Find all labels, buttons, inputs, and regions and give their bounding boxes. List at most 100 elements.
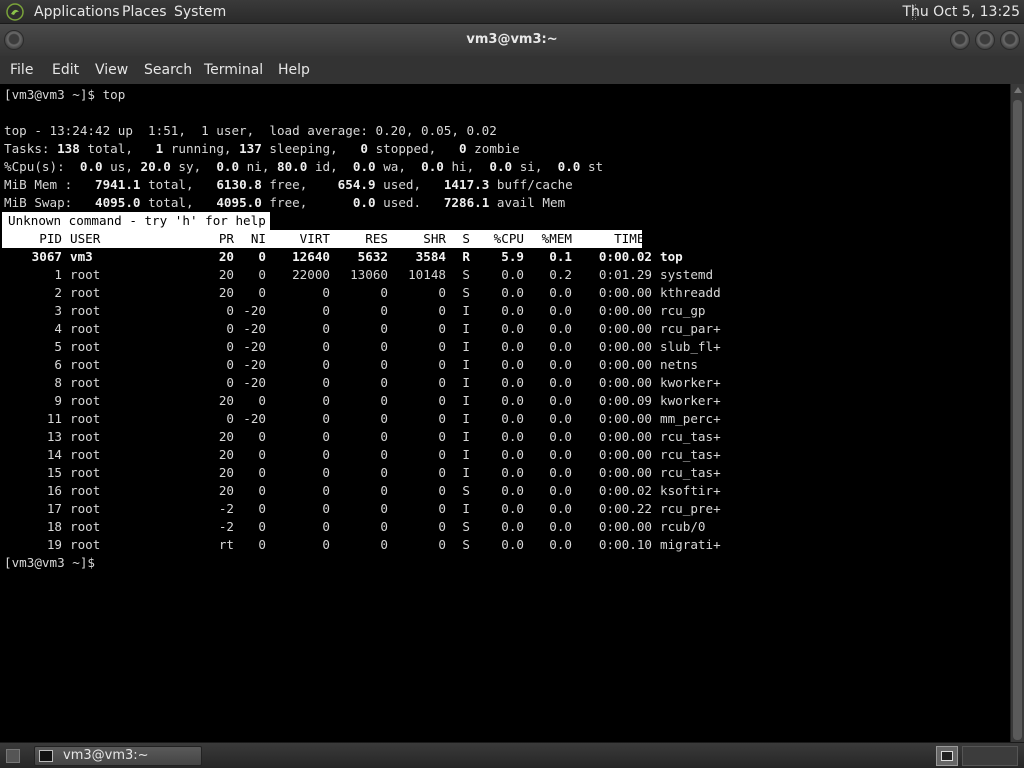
cell-mem: 0.0 bbox=[549, 429, 572, 444]
cell-state: I bbox=[462, 393, 470, 408]
table-row: 8 root 0 -20 0 0 0 I 0.0 0.0 0:00.00 kworker+ bbox=[4, 374, 740, 392]
cell-pid: 2 bbox=[54, 285, 62, 300]
cell-virt: 0 bbox=[322, 303, 330, 318]
cell-virt: 22000 bbox=[292, 267, 330, 282]
cell-pid: PID bbox=[39, 231, 62, 246]
cell-shr: 0 bbox=[438, 411, 446, 426]
taskbar-window-label: vm3@vm3:~ bbox=[63, 748, 149, 763]
taskbar-window-button[interactable]: vm3@vm3:~ bbox=[34, 746, 202, 766]
terminal-scrollbar[interactable] bbox=[1010, 84, 1024, 742]
menu-search[interactable]: Search bbox=[144, 61, 192, 79]
cell-ni: -20 bbox=[243, 375, 266, 390]
cell-pid: 11 bbox=[46, 411, 62, 426]
cell-pid: 8 bbox=[54, 375, 62, 390]
cell-shr: 0 bbox=[438, 375, 446, 390]
cell-shr: 0 bbox=[438, 393, 446, 408]
cell-virt: 0 bbox=[322, 339, 330, 354]
cell-user: root bbox=[70, 321, 101, 336]
cell-time: 0:00.00 bbox=[598, 429, 652, 444]
places-menu[interactable]: Places bbox=[122, 3, 167, 21]
cell-time: 0:01.29 bbox=[598, 267, 652, 282]
menu-file[interactable]: File bbox=[10, 61, 33, 79]
clock[interactable]: Thu Oct 5, 13:25 bbox=[902, 3, 1020, 21]
cell-state: I bbox=[462, 375, 470, 390]
cell-cpu: 0.0 bbox=[501, 411, 524, 426]
window-titlebar[interactable]: vm3@vm3:~ bbox=[0, 24, 1024, 56]
cell-command: rcu_gp bbox=[660, 303, 706, 318]
cell-pr: 20 bbox=[218, 267, 234, 282]
cell-pr: 0 bbox=[226, 339, 234, 354]
cell-pr: 20 bbox=[218, 465, 234, 480]
maximize-button[interactable] bbox=[975, 30, 995, 50]
cell-mem: 0.0 bbox=[549, 339, 572, 354]
cell-virt: 0 bbox=[322, 447, 330, 462]
cell-ni: 0 bbox=[258, 285, 266, 300]
cell-virt: 0 bbox=[322, 321, 330, 336]
table-row: 3067 vm3 20 0 12640 5632 3584 R 5.9 0.1 0:00.02 top bbox=[4, 248, 740, 266]
terminal-area[interactable]: [vm3@vm3 ~]$ top top - 13:24:42 up 1:51,… bbox=[0, 84, 1010, 742]
cell-time: 0:00.00 bbox=[598, 447, 652, 462]
cell-virt: 0 bbox=[322, 537, 330, 552]
cell-cpu: 0.0 bbox=[501, 465, 524, 480]
cell-res: 0 bbox=[380, 447, 388, 462]
cell-res: 0 bbox=[380, 303, 388, 318]
menu-help[interactable]: Help bbox=[278, 61, 310, 79]
cell-pr: 20 bbox=[218, 429, 234, 444]
minimize-button[interactable] bbox=[950, 30, 970, 50]
cell-shr: 0 bbox=[438, 321, 446, 336]
system-menu[interactable]: System bbox=[174, 3, 226, 21]
cell-shr: 0 bbox=[438, 519, 446, 534]
workspace-switcher-icon[interactable] bbox=[936, 746, 958, 766]
cell-user: root bbox=[70, 285, 101, 300]
cell-command: rcu_tas+ bbox=[660, 447, 721, 462]
cell-shr: SHR bbox=[423, 231, 446, 246]
final-prompt: [vm3@vm3 ~]$ bbox=[4, 555, 95, 570]
cell-pr: 20 bbox=[218, 249, 234, 264]
menu-edit[interactable]: Edit bbox=[52, 61, 79, 79]
cell-user: root bbox=[70, 537, 101, 552]
window-title: vm3@vm3:~ bbox=[466, 32, 558, 47]
cell-shr: 0 bbox=[438, 303, 446, 318]
cell-pid: 5 bbox=[54, 339, 62, 354]
terminal-icon bbox=[39, 750, 53, 762]
show-desktop-icon[interactable] bbox=[6, 749, 20, 763]
cell-res: 0 bbox=[380, 429, 388, 444]
cell-state: I bbox=[462, 447, 470, 462]
menu-terminal[interactable]: Terminal bbox=[204, 61, 263, 79]
scroll-up-arrow-icon[interactable] bbox=[1014, 87, 1022, 93]
applications-menu[interactable]: Applications bbox=[34, 3, 120, 21]
cell-state: S bbox=[462, 537, 470, 552]
cell-res: 0 bbox=[380, 375, 388, 390]
close-button[interactable] bbox=[1000, 30, 1020, 50]
cell-pid: 3 bbox=[54, 303, 62, 318]
cell-command: slub_fl+ bbox=[660, 339, 721, 354]
cell-shr: 0 bbox=[438, 465, 446, 480]
table-row: 16 root 20 0 0 0 0 S 0.0 0.0 0:00.02 ksoftir+ bbox=[4, 482, 740, 500]
cell-virt: 0 bbox=[322, 393, 330, 408]
table-row: 9 root 20 0 0 0 0 I 0.0 0.0 0:00.09 kworker+ bbox=[4, 392, 740, 410]
cell-user: root bbox=[70, 447, 101, 462]
menu-view[interactable]: View bbox=[95, 61, 128, 79]
cell-ni: 0 bbox=[258, 267, 266, 282]
cell-mem: 0.0 bbox=[549, 411, 572, 426]
cell-cpu: 0.0 bbox=[501, 375, 524, 390]
cell-cpu: 0.0 bbox=[501, 339, 524, 354]
gnome-foot-icon[interactable] bbox=[6, 3, 24, 21]
cell-shr: 0 bbox=[438, 285, 446, 300]
cell-cpu: 0.0 bbox=[501, 267, 524, 282]
cell-virt: 0 bbox=[322, 357, 330, 372]
cell-state: S bbox=[462, 267, 470, 282]
cell-command: kworker+ bbox=[660, 393, 721, 408]
cell-command: rcu_par+ bbox=[660, 321, 721, 336]
cell-time: TIME+ bbox=[614, 231, 652, 246]
cell-user: root bbox=[70, 465, 101, 480]
scrollbar-thumb[interactable] bbox=[1013, 100, 1022, 740]
cell-virt: 0 bbox=[322, 285, 330, 300]
cell-time: 0:00.00 bbox=[598, 519, 652, 534]
cell-cpu: 0.0 bbox=[501, 393, 524, 408]
cell-ni: -20 bbox=[243, 339, 266, 354]
table-row: 18 root -2 0 0 0 0 S 0.0 0.0 0:00.00 rcub/0 bbox=[4, 518, 740, 536]
workspace-1[interactable] bbox=[941, 751, 953, 761]
workspace-2[interactable] bbox=[962, 746, 1018, 766]
cell-pid: 1 bbox=[54, 267, 62, 282]
